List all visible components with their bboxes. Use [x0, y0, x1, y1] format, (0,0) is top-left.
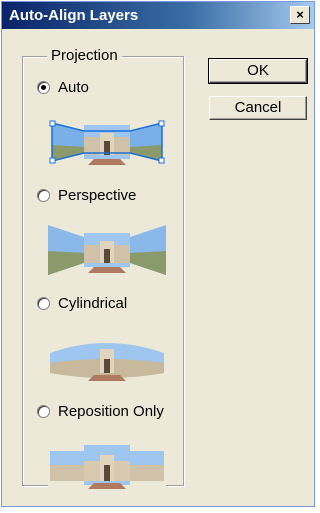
perspective-preview-image	[48, 223, 166, 277]
radio-auto-label: Auto	[58, 79, 89, 96]
radio-auto[interactable]: Auto	[37, 79, 89, 96]
radio-perspective-indicator[interactable]	[37, 189, 50, 202]
radio-auto-indicator[interactable]	[37, 81, 50, 94]
close-button[interactable]: ×	[290, 6, 310, 24]
cylindrical-preview-image	[48, 331, 166, 385]
radio-cylindrical[interactable]: Cylindrical	[37, 295, 127, 312]
radio-cylindrical-label: Cylindrical	[58, 295, 128, 312]
auto-align-dialog: Auto-Align Layers × Projection Auto Pers…	[1, 1, 315, 507]
auto-preview-image	[48, 115, 166, 169]
radio-perspective[interactable]: Perspective	[37, 187, 136, 204]
radio-perspective-label: Perspective	[58, 187, 137, 204]
projection-legend: Projection	[47, 47, 122, 64]
dialog-title: Auto-Align Layers	[9, 7, 139, 24]
cancel-button[interactable]: Cancel	[209, 96, 307, 120]
radio-reposition-only-indicator[interactable]	[37, 405, 50, 418]
projection-group: Projection Auto Perspective Cylindrical …	[22, 47, 184, 493]
radio-reposition-only-label: Reposition Only	[58, 403, 164, 420]
title-bar: Auto-Align Layers ×	[2, 2, 314, 29]
close-icon: ×	[296, 7, 304, 22]
reposition-only-preview-image	[48, 439, 166, 493]
radio-reposition-only[interactable]: Reposition Only	[37, 403, 164, 420]
ok-button[interactable]: OK	[208, 58, 308, 84]
radio-cylindrical-indicator[interactable]	[37, 297, 50, 310]
